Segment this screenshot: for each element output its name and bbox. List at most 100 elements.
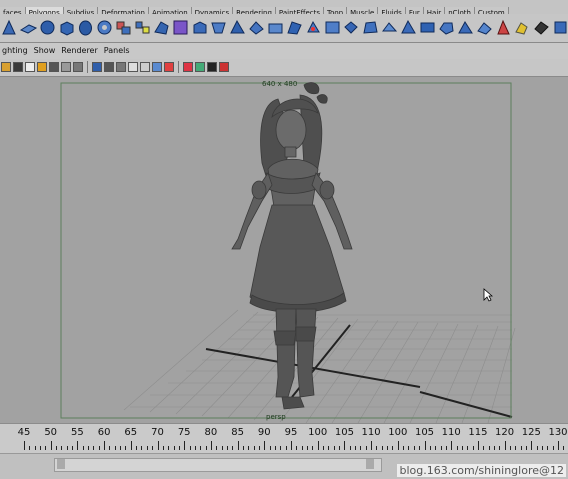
frame-label: 110 xyxy=(361,427,381,438)
poly-plane-icon[interactable] xyxy=(20,19,37,36)
perspective-viewport[interactable]: 640 x 480 persp xyxy=(0,77,568,423)
minor-tick xyxy=(45,446,47,450)
minor-tick xyxy=(493,446,495,450)
minor-tick xyxy=(285,446,287,450)
major-tick xyxy=(291,441,292,450)
minor-tick xyxy=(403,446,405,450)
image-plane-icon[interactable] xyxy=(37,62,47,72)
minor-tick xyxy=(483,446,485,450)
minor-tick xyxy=(355,446,357,450)
reduce-icon[interactable] xyxy=(381,19,398,36)
2d-pan-zoom-icon[interactable] xyxy=(219,62,229,72)
minor-tick xyxy=(541,446,543,450)
minor-tick xyxy=(349,446,351,450)
range-slider-bar[interactable] xyxy=(54,458,382,472)
minor-tick xyxy=(296,446,298,450)
sculpt-tool-icon[interactable] xyxy=(495,19,512,36)
minor-tick xyxy=(563,446,565,450)
hud-icon[interactable] xyxy=(195,62,205,72)
minor-tick xyxy=(515,446,517,450)
minor-tick xyxy=(328,446,330,450)
film-gate-icon[interactable] xyxy=(61,62,71,72)
poly-sphere-icon[interactable] xyxy=(39,19,56,36)
frame-label: 85 xyxy=(231,427,244,438)
bookmark-icon[interactable] xyxy=(25,62,35,72)
minor-tick xyxy=(205,446,207,450)
minor-tick xyxy=(136,446,138,450)
minor-tick xyxy=(232,446,234,450)
frame-label: 110 xyxy=(441,427,461,438)
minor-tick xyxy=(520,446,522,450)
grid-axis-z xyxy=(419,391,513,418)
minor-tick xyxy=(461,446,463,450)
uv-layout-icon[interactable] xyxy=(324,19,341,36)
triangulate-icon[interactable] xyxy=(400,19,417,36)
minor-tick xyxy=(456,446,458,450)
aa-icon[interactable] xyxy=(207,62,217,72)
merge-vertices-icon[interactable] xyxy=(305,19,322,36)
quadrangulate-icon[interactable] xyxy=(419,19,436,36)
split-polygon-icon[interactable] xyxy=(248,19,265,36)
minor-tick xyxy=(82,446,84,450)
minor-tick xyxy=(72,446,74,450)
boolean-icon[interactable] xyxy=(172,19,189,36)
minor-tick xyxy=(61,446,63,450)
poly-cylinder-icon[interactable] xyxy=(77,19,94,36)
soften-edge-icon[interactable] xyxy=(438,19,455,36)
minor-tick xyxy=(114,446,116,450)
cut-faces-icon[interactable] xyxy=(476,19,493,36)
insert-edge-loop-icon[interactable] xyxy=(267,19,284,36)
camera-select-icon[interactable] xyxy=(1,62,11,72)
duplicate-face-icon[interactable] xyxy=(552,19,568,36)
harden-edge-icon[interactable] xyxy=(457,19,474,36)
isolate-select-icon[interactable] xyxy=(164,62,174,72)
highlight-icon[interactable] xyxy=(183,62,193,72)
textured-icon[interactable] xyxy=(116,62,126,72)
minor-tick xyxy=(178,446,180,450)
bevel-icon[interactable] xyxy=(286,19,303,36)
grid-icon[interactable] xyxy=(49,62,59,72)
minor-tick xyxy=(413,446,415,450)
poly-torus-icon[interactable] xyxy=(96,19,113,36)
extrude-icon[interactable] xyxy=(191,19,208,36)
paint-select-icon[interactable] xyxy=(514,19,531,36)
fill-hole-icon[interactable] xyxy=(362,19,379,36)
append-polygon-icon[interactable] xyxy=(229,19,246,36)
shadows-icon[interactable] xyxy=(140,62,150,72)
bridge-icon[interactable] xyxy=(210,19,227,36)
use-lights-icon[interactable] xyxy=(128,62,138,72)
ground-grid xyxy=(123,309,516,423)
minor-tick xyxy=(472,446,474,450)
panel-menu-panels[interactable]: Panels xyxy=(102,44,134,58)
smooth-icon[interactable] xyxy=(153,19,170,36)
combine-icon[interactable] xyxy=(115,19,132,36)
wireframe-icon[interactable] xyxy=(92,62,102,72)
range-start-handle[interactable] xyxy=(57,459,65,469)
minor-tick xyxy=(552,446,554,450)
major-tick xyxy=(77,441,79,450)
extract-icon[interactable] xyxy=(533,19,550,36)
mirror-geometry-icon[interactable] xyxy=(343,19,360,36)
major-tick xyxy=(264,441,266,450)
poly-cube-icon[interactable] xyxy=(58,19,75,36)
panel-menu-renderer[interactable]: Renderer xyxy=(59,44,102,58)
minor-tick xyxy=(387,446,389,450)
range-end-handle[interactable] xyxy=(366,459,374,469)
major-tick xyxy=(344,441,346,450)
separate-icon[interactable] xyxy=(134,19,151,36)
camera-attrs-icon[interactable] xyxy=(13,62,23,72)
xray-icon[interactable] xyxy=(152,62,162,72)
panel-menu-ghting[interactable]: ghting xyxy=(0,44,32,58)
frame-label: 50 xyxy=(44,427,58,438)
panel-menu-show[interactable]: Show xyxy=(32,44,60,58)
poly-cone-icon[interactable] xyxy=(1,19,18,36)
minor-tick xyxy=(226,446,228,450)
time-slider[interactable]: 45 50 55 60 65 70 75 80 85 90 95 100 105 110 100 105 110… xyxy=(0,423,568,454)
smooth-shade-icon[interactable] xyxy=(104,62,114,72)
minor-tick xyxy=(194,446,196,450)
minor-tick xyxy=(376,446,378,450)
frame-label: 120 xyxy=(495,427,515,438)
major-tick xyxy=(558,441,559,450)
minor-tick xyxy=(56,446,58,450)
resolution-gate-icon[interactable] xyxy=(73,62,83,72)
